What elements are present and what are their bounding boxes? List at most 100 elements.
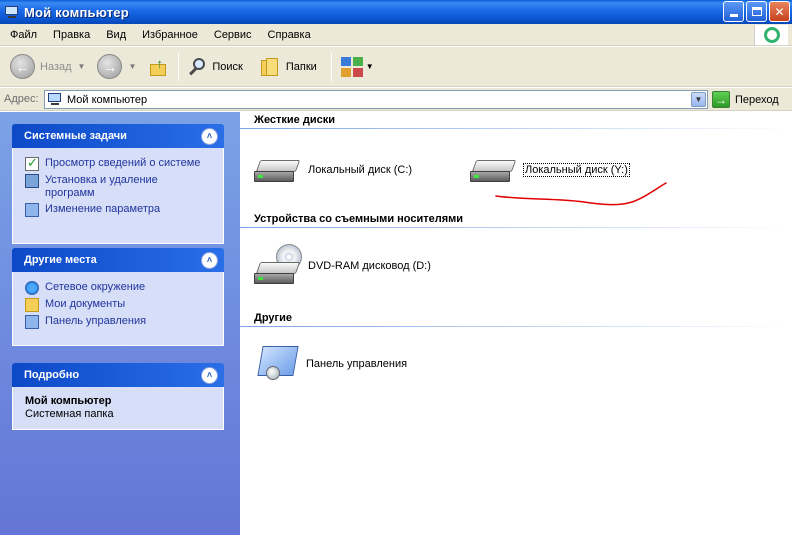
group-header-removable: Устройства со съемными носителями <box>254 213 464 225</box>
back-label: Назад <box>40 60 72 73</box>
close-icon: ✕ <box>774 4 785 19</box>
window-title: Мой компьютер <box>24 4 129 20</box>
toolbar-separator <box>178 52 180 81</box>
search-label: Поиск <box>212 60 243 73</box>
toolbar: ← Назад ▼ → ▼ ↑ Поиск Папки ▼ <box>0 47 792 87</box>
drive-y-label: Локальный диск (Y:) <box>523 163 630 177</box>
group-divider <box>240 227 792 228</box>
place-network[interactable]: Сетевое окружение <box>25 281 215 295</box>
collapse-chevron-icon[interactable]: ˄ <box>201 366 218 384</box>
title-bar[interactable]: Мой компьютер ✕ <box>0 0 792 24</box>
control-panel-icon <box>256 344 300 384</box>
drive-c-label: Локальный диск (C:) <box>308 164 413 176</box>
network-icon <box>25 281 39 295</box>
computer-icon <box>4 5 20 19</box>
details-name: Мой компьютер <box>25 395 112 407</box>
details-body: Мой компьютер Системная папка <box>12 387 224 430</box>
details-type: Системная папка <box>25 408 114 420</box>
minimize-button[interactable] <box>723 1 744 22</box>
task-view-system-info[interactable]: Просмотр сведений о системе <box>25 155 215 171</box>
task-change-setting[interactable]: Изменение параметра <box>25 203 215 217</box>
other-places-body: Сетевое окружение Мои документы Панель у… <box>12 272 224 346</box>
task-label: Изменение параметра <box>45 203 161 215</box>
details-panel: Подробно ˄ Мой компьютер Системная папка <box>12 363 224 430</box>
folders-icon <box>259 56 281 78</box>
search-button[interactable]: Поиск <box>183 50 246 84</box>
task-label: Установка и удаление программ <box>45 174 158 199</box>
place-label: Сетевое окружение <box>45 281 146 293</box>
go-arrow-icon: → <box>712 91 730 108</box>
red-underline-annotation <box>495 182 667 206</box>
menu-file[interactable]: Файл <box>2 24 45 46</box>
task-add-remove-programs[interactable]: Установка и удаление программ <box>25 174 215 200</box>
place-label: Панель управления <box>45 315 147 327</box>
place-label: Мои документы <box>45 298 126 310</box>
views-dropdown-icon: ▼ <box>365 62 374 71</box>
views-button[interactable]: ▼ <box>336 50 378 84</box>
forward-button[interactable]: → ▼ <box>93 50 140 84</box>
control-panel-item[interactable]: Панель управления <box>256 344 407 384</box>
back-button[interactable]: ← Назад ▼ <box>6 50 89 84</box>
maximize-button[interactable] <box>746 1 767 22</box>
maximize-icon <box>751 7 762 16</box>
go-button[interactable]: → Переход <box>712 90 779 109</box>
drive-d-label: DVD-RAM дисковод (D:) <box>308 260 431 272</box>
collapse-chevron-icon[interactable]: ˄ <box>201 127 218 145</box>
windows-logo-icon <box>754 25 788 45</box>
folder-up-icon: ↑ <box>148 56 170 78</box>
menu-view[interactable]: Вид <box>98 24 134 46</box>
computer-icon <box>47 93 63 106</box>
address-label: Адрес: <box>4 93 39 105</box>
drive-d[interactable]: DVD-RAM дисковод (D:) <box>254 244 431 288</box>
group-header-other: Другие <box>254 312 292 324</box>
forward-arrow-icon: → <box>97 54 123 79</box>
control-panel-label: Панель управления <box>306 358 408 370</box>
hard-disk-icon <box>254 154 302 186</box>
system-tasks-header[interactable]: Системные задачи ˄ <box>12 124 224 148</box>
drive-c[interactable]: Локальный диск (C:) <box>254 154 412 186</box>
dvd-drive-icon <box>254 244 302 288</box>
content-area: Жесткие диски Локальный диск (C:) Локаль… <box>240 112 792 535</box>
add-remove-programs-icon <box>25 174 39 188</box>
details-header[interactable]: Подробно ˄ <box>12 363 224 387</box>
menu-edit[interactable]: Правка <box>45 24 98 46</box>
documents-folder-icon <box>25 298 39 312</box>
control-panel-icon <box>25 203 39 217</box>
group-divider <box>240 326 792 327</box>
system-tasks-title: Системные задачи <box>24 130 127 142</box>
views-icon <box>340 56 364 78</box>
system-tasks-panel: Системные задачи ˄ Просмотр сведений о с… <box>12 124 224 244</box>
system-tasks-body: Просмотр сведений о системе Установка и … <box>12 148 224 244</box>
details-title: Подробно <box>24 369 80 381</box>
menu-tools[interactable]: Сервис <box>206 24 260 46</box>
chevron-down-icon: ▼ <box>694 95 703 104</box>
other-places-panel: Другие места ˄ Сетевое окружение Мои док… <box>12 248 224 346</box>
menu-help[interactable]: Справка <box>260 24 319 46</box>
menu-favorites[interactable]: Избранное <box>134 24 206 46</box>
group-divider <box>240 128 792 129</box>
address-value: Мой компьютер <box>67 93 148 106</box>
place-control-panel[interactable]: Панель управления <box>25 315 215 329</box>
system-info-icon <box>25 155 39 171</box>
group-header-hard-disks: Жесткие диски <box>254 114 335 126</box>
back-arrow-icon: ← <box>10 54 35 79</box>
address-input[interactable]: Мой компьютер ▼ <box>44 90 708 109</box>
forward-dropdown-icon[interactable]: ▼ <box>128 62 136 71</box>
back-dropdown-icon[interactable]: ▼ <box>78 62 86 71</box>
other-places-header[interactable]: Другие места ˄ <box>12 248 224 272</box>
folders-label: Папки <box>285 60 317 73</box>
menu-bar: Файл Правка Вид Избранное Сервис Справка <box>0 24 792 46</box>
task-label: Просмотр сведений о системе <box>45 157 201 169</box>
minimize-icon <box>729 14 738 17</box>
search-icon <box>187 56 207 78</box>
control-panel-icon <box>25 315 39 329</box>
go-label: Переход <box>735 93 779 106</box>
place-my-documents[interactable]: Мои документы <box>25 298 215 312</box>
up-button[interactable]: ↑ <box>144 50 174 84</box>
address-dropdown-button[interactable]: ▼ <box>691 92 706 107</box>
other-places-title: Другие места <box>24 254 97 266</box>
address-bar: Адрес: Мой компьютер ▼ → Переход <box>0 88 792 111</box>
close-button[interactable]: ✕ <box>769 1 790 22</box>
collapse-chevron-icon[interactable]: ˄ <box>201 251 218 269</box>
folders-button[interactable]: Папки <box>255 50 321 84</box>
